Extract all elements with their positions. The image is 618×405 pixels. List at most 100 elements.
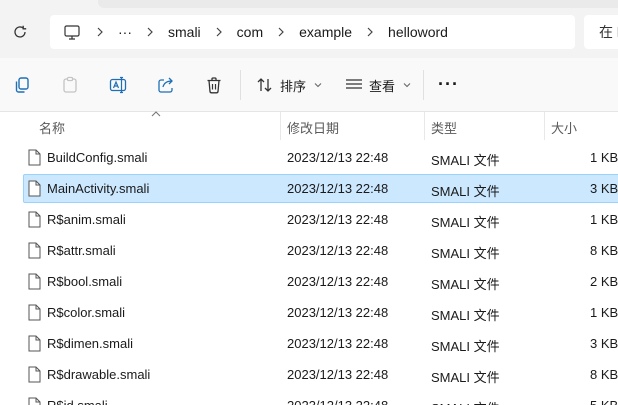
file-type: SMALI 文件 [431, 398, 500, 405]
breadcrumb-example[interactable]: example [299, 24, 352, 40]
breadcrumb-smali[interactable]: smali [168, 24, 201, 40]
file-modified-date: 2023/12/13 22:48 [287, 243, 389, 258]
column-resize-handle[interactable] [280, 112, 281, 140]
file-icon [28, 273, 41, 290]
file-size: 5 KB [590, 398, 618, 405]
column-header-date[interactable]: 修改日期 [287, 118, 339, 137]
share-icon [158, 77, 173, 93]
file-icon [28, 242, 41, 259]
file-type: SMALI 文件 [431, 370, 500, 385]
share-button[interactable] [154, 73, 178, 97]
file-list: BuildConfig.smali 2023/12/13 22:48 SMALI 文… [0, 142, 618, 405]
file-name[interactable]: R$dimen.smali [47, 336, 133, 351]
breadcrumb-com[interactable]: com [237, 24, 263, 40]
file-type: SMALI 文件 [431, 339, 500, 354]
breadcrumb-helloword[interactable]: helloword [388, 24, 448, 40]
file-type: SMALI 文件 [431, 246, 500, 261]
rename-icon [109, 76, 127, 94]
file-name[interactable]: R$color.smali [47, 305, 125, 320]
file-size: 8 KB [590, 367, 618, 382]
refresh-icon [14, 25, 27, 38]
file-name[interactable]: MainActivity.smali [47, 181, 149, 196]
delete-button[interactable] [202, 73, 226, 97]
trash-icon [207, 77, 221, 94]
file-size: 3 KB [590, 336, 618, 351]
sort-ascending-icon [151, 109, 161, 119]
chevron-right-icon[interactable] [82, 27, 118, 37]
table-row[interactable]: BuildConfig.smali 2023/12/13 22:48 SMALI 文… [0, 142, 618, 173]
chevron-right-icon[interactable] [132, 27, 168, 37]
table-row[interactable]: R$bool.smali 2023/12/13 22:48 SMALI 文件 2 KB [0, 266, 618, 297]
file-modified-date: 2023/12/13 22:48 [287, 398, 388, 405]
table-row[interactable]: R$color.smali 2023/12/13 22:48 SMALI 文件 1 K… [0, 297, 618, 328]
rename-button[interactable] [106, 73, 130, 97]
search-input[interactable]: 在 h [584, 15, 618, 49]
file-type: SMALI 文件 [431, 308, 500, 323]
file-name[interactable]: R$attr.smali [47, 243, 116, 258]
file-type: SMALI 文件 [431, 215, 500, 230]
command-bar: 排序 查看 ··· [0, 58, 618, 112]
view-menu-button[interactable]: 查看 [345, 72, 411, 98]
table-row[interactable]: R$anim.smali 2023/12/13 22:48 SMALI 文件 1 KB [0, 204, 618, 235]
copy-button[interactable] [10, 73, 34, 97]
table-row[interactable]: R$attr.smali 2023/12/13 22:48 SMALI 文件 8 KB [0, 235, 618, 266]
file-icon [28, 335, 41, 352]
file-name[interactable]: R$bool.smali [47, 274, 122, 289]
breadcrumb-overflow[interactable]: ··· [118, 24, 132, 40]
file-modified-date: 2023/12/13 22:48 [287, 274, 389, 289]
tab-strip [0, 0, 618, 8]
file-size: 3 KB [590, 181, 618, 196]
file-name[interactable]: R$drawable.smali [47, 367, 150, 382]
view-list-icon [346, 79, 362, 89]
chevron-right-icon[interactable] [352, 27, 388, 37]
file-type: SMALI 文件 [431, 184, 500, 199]
more-options-button[interactable]: ··· [438, 75, 459, 93]
file-icon [28, 149, 41, 166]
file-size: 1 KB [590, 150, 618, 165]
sort-icon [257, 78, 272, 92]
address-bar[interactable]: ··· smali com example helloword [50, 15, 575, 49]
file-modified-date: 2023/12/13 22:48 [287, 150, 389, 165]
file-name[interactable]: R$id.smali [47, 398, 108, 405]
table-row[interactable]: R$drawable.smali 2023/12/13 22:48 SMALI 文件… [0, 359, 618, 390]
chevron-right-icon[interactable] [263, 27, 299, 37]
table-row[interactable]: R$id.smali 2023/12/13 22:48 SMALI 文件 5 KB [0, 390, 618, 405]
this-pc-icon[interactable] [62, 22, 82, 42]
sort-label: 排序 [280, 78, 307, 94]
toolbar-divider [423, 70, 424, 100]
file-size: 8 KB [590, 243, 618, 258]
file-modified-date: 2023/12/13 22:48 [287, 336, 389, 351]
column-resize-handle[interactable] [424, 112, 425, 140]
table-row[interactable]: MainActivity.smali 2023/12/13 22:48 SMALI … [0, 173, 618, 204]
file-modified-date: 2023/12/13 22:48 [287, 367, 389, 382]
table-row[interactable]: R$dimen.smali 2023/12/13 22:48 SMALI 文件 3 K… [0, 328, 618, 359]
refresh-button[interactable] [10, 22, 30, 42]
file-modified-date: 2023/12/13 22:48 [287, 212, 389, 227]
file-icon [28, 366, 41, 383]
file-icon [28, 304, 41, 321]
file-modified-date: 2023/12/13 22:48 [287, 305, 389, 320]
file-icon [28, 180, 41, 197]
view-label: 查看 [369, 78, 396, 94]
file-modified-date: 2023/12/13 22:48 [287, 181, 389, 196]
paste-icon [63, 76, 77, 93]
file-icon [28, 211, 41, 228]
file-type: SMALI 文件 [431, 277, 500, 292]
column-header-name[interactable]: 名称 [39, 118, 65, 137]
sort-menu-button[interactable]: 排序 [256, 72, 322, 98]
file-name[interactable]: R$anim.smali [47, 212, 126, 227]
paste-button[interactable] [58, 73, 82, 97]
column-resize-handle[interactable] [544, 112, 545, 140]
file-type: SMALI 文件 [431, 153, 500, 168]
chevron-down-icon [403, 81, 411, 90]
toolbar-divider [240, 70, 241, 100]
chevron-down-icon [314, 81, 322, 90]
file-size: 2 KB [590, 274, 618, 289]
file-name[interactable]: BuildConfig.smali [47, 150, 147, 165]
column-header-size[interactable]: 大小 [551, 118, 577, 137]
chevron-right-icon[interactable] [201, 27, 237, 37]
file-size: 1 KB [590, 212, 618, 227]
column-header-type[interactable]: 类型 [431, 118, 457, 137]
file-icon [28, 397, 41, 405]
tab-strip-edge [98, 0, 618, 8]
